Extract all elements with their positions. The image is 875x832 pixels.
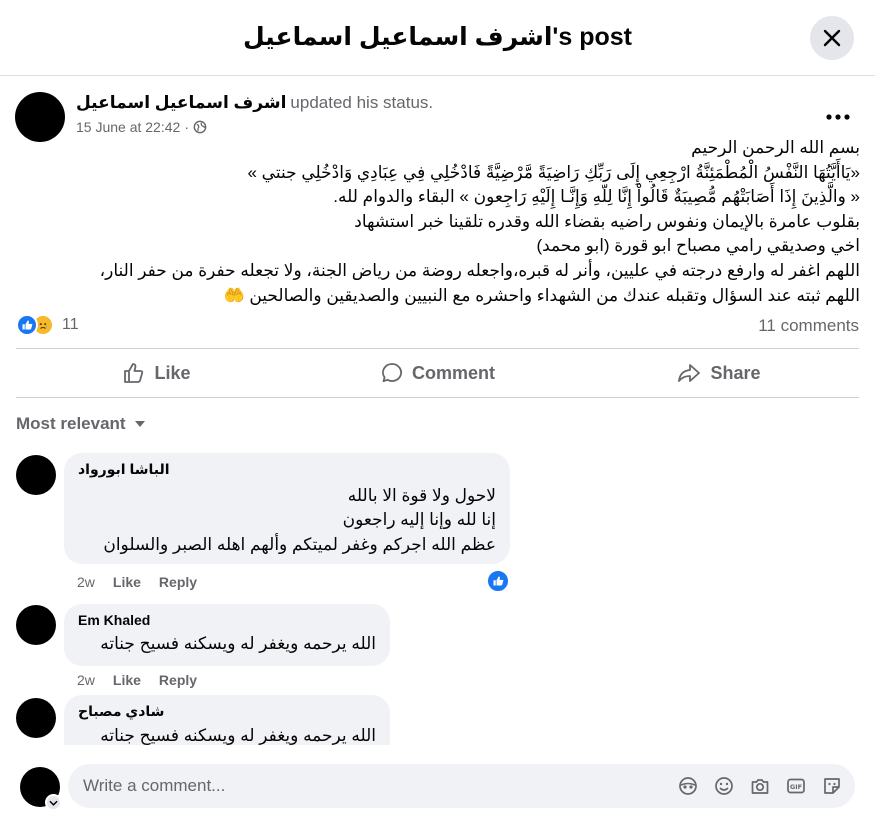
dialog-header: اشرف اسماعيل اسماعيل's post <box>0 0 875 76</box>
commenter-avatar[interactable] <box>16 455 56 495</box>
commenter-name[interactable]: Em Khaled <box>78 612 376 628</box>
comment-composer: GIF <box>0 745 875 832</box>
comment-button[interactable]: Comment <box>297 349 578 397</box>
comment-text: لاحول ولا قوة الا بالله إنا لله وإنا إلي… <box>103 486 496 554</box>
meta-separator: · <box>184 119 189 135</box>
author-line: اشرف اسماعيل اسماعيل updated his status. <box>76 93 433 113</box>
comment-text: الله يرحمه ويغفر له ويسكنه فسيح جناته <box>100 634 376 653</box>
comment-meta: 2w Like Reply <box>77 574 197 590</box>
comment-button-label: Comment <box>411 362 495 383</box>
sticker-button[interactable] <box>821 775 843 797</box>
comment-bubble: شادي مصباح الله يرحمه ويغفر له ويسكنه فس… <box>64 695 390 745</box>
avatar-sticker-button[interactable] <box>677 775 699 797</box>
post-meta: 15 June at 22:42 · <box>76 119 207 135</box>
post-timestamp[interactable]: 15 June at 22:42 <box>76 119 180 135</box>
sticker-icon <box>824 778 840 794</box>
sort-label: Most relevant <box>16 414 126 433</box>
more-horizontal-icon <box>826 114 850 120</box>
composer-tools: GIF <box>677 775 843 797</box>
comment-like-link[interactable]: Like <box>113 672 141 688</box>
author-avatar[interactable] <box>15 92 65 142</box>
comment-reply-link[interactable]: Reply <box>159 672 197 688</box>
partial-comment-clip: شادي مصباح الله يرحمه ويغفر له ويسكنه فس… <box>0 690 875 745</box>
svg-text:GIF: GIF <box>790 783 802 791</box>
commenter-name[interactable]: شادي مصباح <box>78 703 376 720</box>
close-button[interactable] <box>810 16 854 60</box>
comment-reply-link[interactable]: Reply <box>159 574 197 590</box>
comment-time[interactable]: 2w <box>77 574 95 590</box>
comments-count-link[interactable]: 11 comments <box>758 316 859 336</box>
commenter-avatar[interactable] <box>16 698 56 738</box>
like-button-label: Like <box>154 362 191 383</box>
gif-icon: GIF <box>787 778 805 794</box>
commenter-avatar[interactable] <box>16 605 56 645</box>
globe-icon <box>193 120 207 134</box>
dialog-title: اشرف اسماعيل اسماعيل's post <box>242 23 632 51</box>
commenter-name[interactable]: الباشا ابورواد <box>78 461 496 478</box>
comment-bubble-icon <box>382 363 402 383</box>
author-name[interactable]: اشرف اسماعيل اسماعيل <box>76 93 286 112</box>
emoji-button[interactable] <box>713 775 735 797</box>
share-button[interactable]: Share <box>578 349 859 397</box>
close-icon <box>823 29 841 47</box>
comment-like-link[interactable]: Like <box>113 574 141 590</box>
comment-time[interactable]: 2w <box>77 672 95 688</box>
share-arrow-icon <box>678 364 701 382</box>
post-actions-bar: Like Comment Share <box>16 348 859 398</box>
comment-text: الله يرحمه ويغفر له ويسكنه فسيح جناته <box>100 726 376 745</box>
avatar-sticker-icon <box>679 777 697 795</box>
chevron-down-icon <box>49 800 58 806</box>
share-button-label: Share <box>710 362 761 383</box>
comment-bubble: الباشا ابورواد لاحول ولا قوة الا بالله إ… <box>64 453 510 564</box>
thumbs-up-icon <box>124 363 144 383</box>
reactions-summary[interactable]: 11 <box>16 314 79 336</box>
comment-like-reaction-icon[interactable] <box>486 569 510 593</box>
reaction-count: 11 <box>62 316 79 333</box>
author-action: updated his status. <box>290 93 434 112</box>
comment-meta: 2w Like Reply <box>77 672 197 688</box>
comment-input-wrapper: GIF <box>68 764 855 808</box>
caret-down-icon <box>134 421 145 427</box>
like-reaction-icon <box>16 314 38 336</box>
account-switch-button[interactable] <box>45 794 62 811</box>
emoji-smile-icon <box>715 777 733 795</box>
gif-button[interactable]: GIF <box>785 775 807 797</box>
comment-sort-dropdown[interactable]: Most relevant <box>16 414 146 434</box>
comment-input[interactable] <box>83 776 663 796</box>
more-options-button[interactable] <box>824 103 852 131</box>
like-button[interactable]: Like <box>16 349 297 397</box>
photo-button[interactable] <box>749 775 771 797</box>
post-body: بسم الله الرحمن الرحيم «يَاأَيَّتُهَا ال… <box>99 138 860 305</box>
camera-icon <box>751 779 769 794</box>
comment-bubble: Em Khaled الله يرحمه ويغفر له ويسكنه فسي… <box>64 604 390 666</box>
